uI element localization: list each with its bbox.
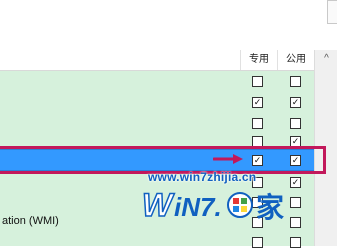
scroll-up-arrow-icon[interactable]: ^ (315, 53, 337, 64)
private-checkbox[interactable] (252, 76, 263, 87)
list-header: 专用 公用 (0, 50, 314, 71)
watermark-logo-letter: W (142, 187, 175, 223)
list-row-8[interactable] (0, 232, 314, 252)
private-checkbox[interactable]: ✓ (252, 97, 263, 108)
window-edge-control[interactable] (327, 0, 337, 24)
watermark-logo-char: 家 (256, 191, 284, 224)
public-checkbox[interactable] (290, 118, 301, 129)
row-name: ation (WMI) (2, 215, 59, 227)
column-header-private[interactable]: 专用 (240, 50, 277, 70)
list-row-0[interactable] (0, 71, 314, 91)
public-checkbox[interactable] (290, 237, 301, 248)
top-bar (0, 0, 337, 51)
watermark-logo-word: iN7. (174, 192, 222, 222)
public-checkbox[interactable]: ✓ (290, 97, 301, 108)
private-checkbox[interactable] (252, 237, 263, 248)
watermark-logo: W iN7. 家 (141, 186, 284, 224)
private-checkbox[interactable] (252, 118, 263, 129)
list-row-1[interactable]: ✓ ✓ (0, 92, 314, 112)
public-checkbox[interactable] (290, 76, 301, 87)
list-row-2[interactable] (0, 113, 314, 133)
column-header-public[interactable]: 公用 (277, 50, 314, 70)
watermark-url: www.win7zhijia.cn (148, 170, 257, 184)
pointer-arrow-icon (213, 154, 243, 164)
